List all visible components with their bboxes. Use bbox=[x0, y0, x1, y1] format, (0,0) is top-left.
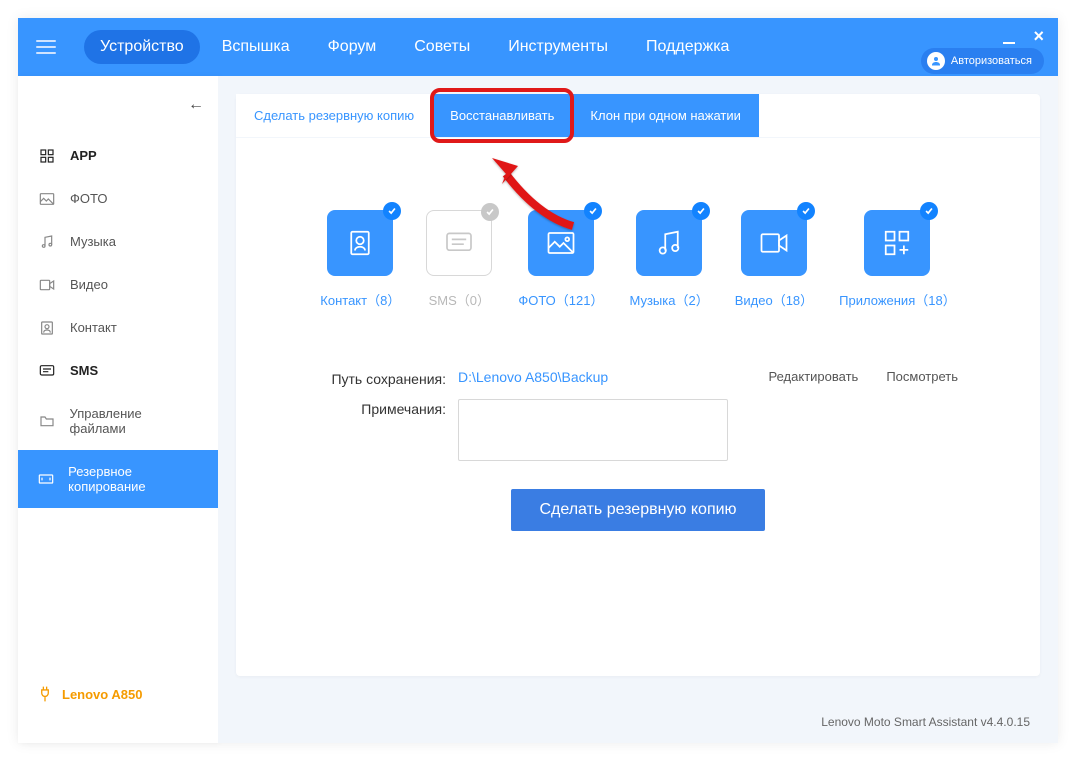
login-label: Авторизоваться bbox=[951, 55, 1032, 67]
sidebar-item-app[interactable]: APP bbox=[18, 134, 218, 177]
sidebar-item-label: ФОТО bbox=[70, 191, 107, 206]
menu-icon[interactable] bbox=[36, 40, 56, 54]
edit-link[interactable]: Редактировать bbox=[769, 369, 859, 384]
content-area: Сделать резервную копию Восстанавливать … bbox=[218, 76, 1058, 743]
contact-icon bbox=[38, 321, 56, 335]
sidebar-item-contact[interactable]: Контакт bbox=[18, 306, 218, 349]
make-backup-button[interactable]: Сделать резервную копию bbox=[511, 489, 764, 531]
plug-icon bbox=[38, 685, 52, 703]
close-icon[interactable]: × bbox=[1033, 26, 1044, 47]
check-icon bbox=[481, 203, 499, 221]
sidebar-item-label: SMS bbox=[70, 363, 98, 378]
sidebar-item-backup[interactable]: Резервное копирование bbox=[18, 450, 218, 508]
backup-form: Путь сохранения: D:\Lenovo A850\Backup Р… bbox=[318, 369, 958, 461]
nav-flash[interactable]: Вспышка bbox=[206, 30, 306, 64]
sidebar-item-label: Резервное копирование bbox=[68, 464, 198, 494]
check-icon bbox=[920, 202, 938, 220]
music-icon bbox=[654, 228, 684, 258]
minimize-icon[interactable] bbox=[1003, 42, 1015, 44]
nav-support[interactable]: Поддержка bbox=[630, 30, 745, 64]
card-contact[interactable]: Контакт（8） bbox=[320, 210, 400, 309]
sidebar-item-label: Видео bbox=[70, 277, 108, 292]
card-apps[interactable]: Приложения（18） bbox=[839, 210, 956, 309]
check-icon bbox=[584, 202, 602, 220]
sidebar-item-label: Контакт bbox=[70, 320, 117, 335]
sms-icon bbox=[444, 231, 474, 255]
sidebar-item-photo[interactable]: ФОТО bbox=[18, 177, 218, 220]
notes-label: Примечания: bbox=[318, 399, 458, 417]
login-button[interactable]: Авторизоваться bbox=[921, 48, 1044, 74]
sms-icon bbox=[38, 364, 56, 378]
titlebar: Устройство Вспышка Форум Советы Инструме… bbox=[18, 18, 1058, 76]
video-icon bbox=[759, 231, 789, 255]
card-photo[interactable]: ФОТО（121） bbox=[518, 210, 603, 309]
sidebar-item-video[interactable]: Видео bbox=[18, 263, 218, 306]
grid-icon bbox=[38, 149, 56, 163]
photo-icon bbox=[546, 230, 576, 256]
subtab-backup[interactable]: Сделать резервную копию bbox=[236, 94, 432, 137]
subtab-restore[interactable]: Восстанавливать bbox=[432, 94, 572, 137]
apps-icon bbox=[882, 228, 912, 258]
card-music[interactable]: Музыка（2） bbox=[630, 210, 709, 309]
window-controls: × bbox=[1003, 26, 1044, 47]
nav-tips[interactable]: Советы bbox=[398, 30, 486, 64]
sidebar-item-label: APP bbox=[70, 148, 97, 163]
subtab-clone[interactable]: Клон при одном нажатии bbox=[572, 94, 758, 137]
avatar-icon bbox=[927, 52, 945, 70]
sidebar-item-music[interactable]: Музыка bbox=[18, 220, 218, 263]
category-cards: Контакт（8） SMS（0） ФО bbox=[236, 210, 1040, 309]
photo-icon bbox=[38, 192, 56, 206]
contact-icon bbox=[345, 228, 375, 258]
device-indicator[interactable]: Lenovo A850 bbox=[38, 685, 142, 703]
main-nav: Устройство Вспышка Форум Советы Инструме… bbox=[84, 30, 745, 64]
check-icon bbox=[797, 202, 815, 220]
path-value: D:\Lenovo A850\Backup bbox=[458, 369, 608, 385]
check-icon bbox=[692, 202, 710, 220]
card-sms[interactable]: SMS（0） bbox=[426, 210, 492, 309]
sidebar-item-files[interactable]: Управление файлами bbox=[18, 392, 218, 450]
sidebar-item-label: Музыка bbox=[70, 234, 116, 249]
folder-icon bbox=[38, 414, 56, 428]
sidebar: ← APP ФОТО Музыка Видео bbox=[18, 76, 218, 743]
panel: Сделать резервную копию Восстанавливать … bbox=[236, 94, 1040, 676]
music-icon bbox=[38, 235, 56, 249]
path-label: Путь сохранения: bbox=[318, 369, 458, 387]
subtabs: Сделать резервную копию Восстанавливать … bbox=[236, 94, 1040, 138]
nav-tools[interactable]: Инструменты bbox=[492, 30, 624, 64]
sidebar-item-sms[interactable]: SMS bbox=[18, 349, 218, 392]
nav-forum[interactable]: Форум bbox=[312, 30, 393, 64]
nav-device[interactable]: Устройство bbox=[84, 30, 200, 64]
sidebar-item-label: Управление файлами bbox=[70, 406, 198, 436]
back-icon[interactable]: ← bbox=[188, 96, 204, 114]
check-icon bbox=[383, 202, 401, 220]
card-video[interactable]: Видео（18） bbox=[735, 210, 813, 309]
backup-icon bbox=[38, 472, 54, 486]
notes-input[interactable] bbox=[458, 399, 728, 461]
video-icon bbox=[38, 278, 56, 292]
device-name: Lenovo A850 bbox=[62, 687, 142, 702]
view-link[interactable]: Посмотреть bbox=[886, 369, 958, 384]
version-footer: Lenovo Moto Smart Assistant v4.4.0.15 bbox=[821, 715, 1030, 729]
